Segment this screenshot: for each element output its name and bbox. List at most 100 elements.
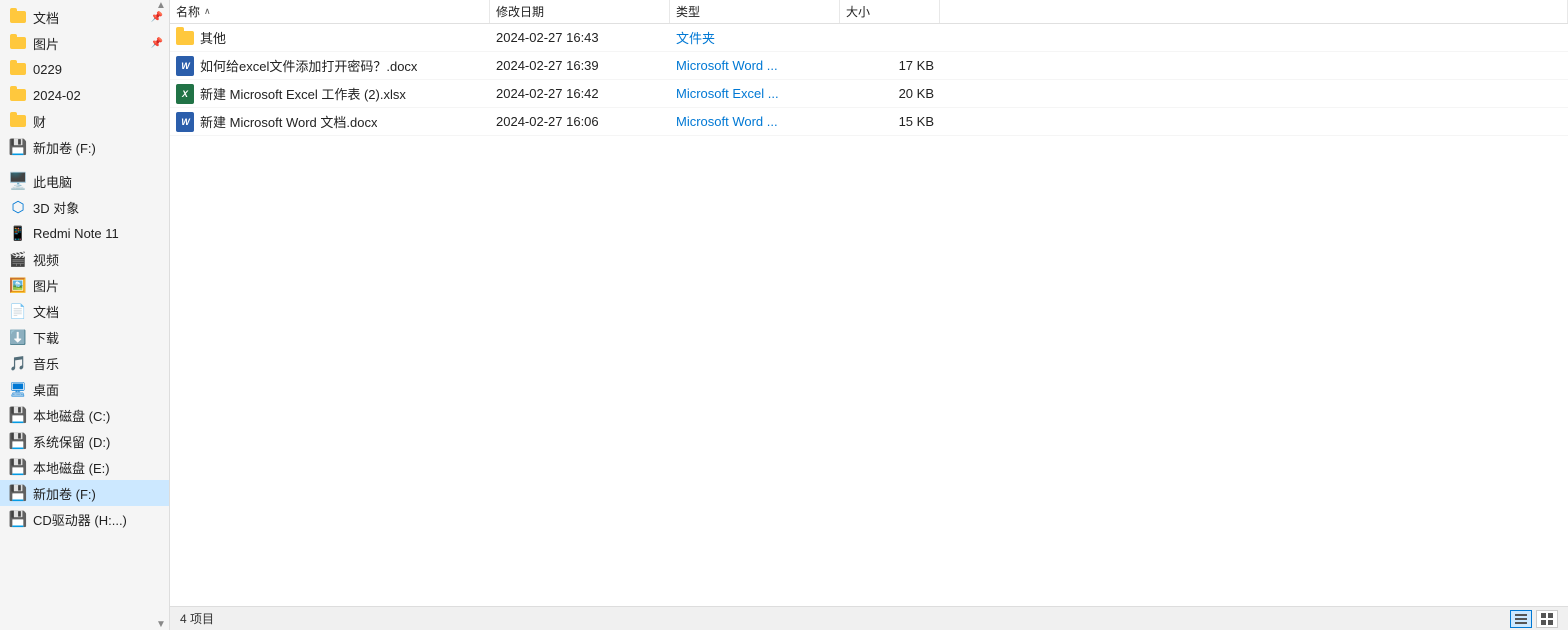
- file-name-text: 其他: [200, 28, 226, 47]
- sidebar-item-label: 系统保留 (D:): [33, 432, 110, 451]
- folder-pin-icon: [8, 11, 28, 23]
- sidebar-item-folder-cai[interactable]: 财: [0, 108, 169, 134]
- dl-icon: ⬇️: [8, 329, 28, 346]
- file-rest-cell: [940, 108, 1568, 135]
- sidebar-item-label: 0229: [33, 62, 62, 77]
- file-name-cell: W 新建 Microsoft Word 文档.docx: [170, 108, 490, 135]
- file-date-cell: 2024-02-27 16:43: [490, 24, 670, 51]
- sidebar-item-redmi-note-11[interactable]: 📱Redmi Note 11: [0, 220, 169, 246]
- sidebar-item-desktop[interactable]: 🖥 桌面: [0, 376, 169, 402]
- col-header-date[interactable]: 修改日期: [490, 0, 670, 23]
- sidebar-item-downloads[interactable]: ⬇️下载: [0, 324, 169, 350]
- desktop-icon: 🖥: [8, 381, 28, 398]
- sidebar-item-documents2[interactable]: 📄 文档: [0, 298, 169, 324]
- sidebar-item-pictures2[interactable]: 🖼️ 图片: [0, 272, 169, 298]
- sidebar-item-videos[interactable]: 🎬 视频: [0, 246, 169, 272]
- file-name-cell: 其他: [170, 24, 490, 51]
- file-row[interactable]: X新建 Microsoft Excel 工作表 (2).xlsx2024-02-…: [170, 80, 1568, 108]
- file-list: 其他 2024-02-27 16:43文件夹 W 如何给excel文件添加打开密码？.…: [170, 24, 1568, 606]
- file-row[interactable]: W 新建 Microsoft Word 文档.docx 2024-02-27 16:…: [170, 108, 1568, 136]
- sidebar-item-label: 桌面: [33, 380, 59, 399]
- sidebar-item-system-d[interactable]: 💾 系统保留 (D:): [0, 428, 169, 454]
- sidebar-item-label: 图片: [33, 34, 59, 53]
- sidebar-item-label: 文档: [33, 302, 59, 321]
- sidebar-item-drive-f[interactable]: 💾 新加卷 (F:): [0, 134, 169, 160]
- col-type-label: 类型: [676, 3, 700, 20]
- col-header-type[interactable]: 类型: [670, 0, 840, 23]
- sidebar-item-label: 图片: [33, 276, 59, 295]
- excel-icon: X: [176, 84, 194, 104]
- file-type-cell: Microsoft Word ...: [670, 108, 840, 135]
- col-size-label: 大小: [846, 3, 870, 20]
- word-icon: W: [176, 112, 194, 132]
- col-header-size[interactable]: 大小: [840, 0, 940, 23]
- sidebar-item-label: 本地磁盘 (C:): [33, 406, 110, 425]
- sidebar-item-label: 视频: [33, 250, 59, 269]
- sidebar: ▲ 文档📌图片📌02292024-02财💾新加卷 (F:)🖥️此电脑⬡3D 对象…: [0, 0, 170, 630]
- sidebar-item-3d-objects[interactable]: ⬡ 3D 对象: [0, 194, 169, 220]
- file-size-cell: 15 KB: [840, 108, 940, 135]
- file-name-text: 如何给excel文件添加打开密码？.docx: [200, 56, 417, 75]
- file-type-cell: 文件夹: [670, 24, 840, 51]
- pc-icon: 🖥️: [8, 171, 28, 191]
- file-rest-cell: [940, 24, 1568, 51]
- music-icon: 🎵: [8, 355, 28, 372]
- folder-icon: [8, 115, 28, 127]
- sidebar-item-documents[interactable]: 文档📌: [0, 4, 169, 30]
- file-row[interactable]: W 如何给excel文件添加打开密码？.docx 2024-02-27 16:39M…: [170, 52, 1568, 80]
- sidebar-item-label: 3D 对象: [33, 198, 79, 217]
- word-icon: W: [176, 56, 194, 76]
- sidebar-item-local-e[interactable]: 💾本地磁盘 (E:): [0, 454, 169, 480]
- view-large-button[interactable]: [1536, 610, 1558, 628]
- file-date-cell: 2024-02-27 16:06: [490, 108, 670, 135]
- doc-icon: 📄: [8, 303, 28, 320]
- sidebar-item-label: 音乐: [33, 354, 59, 373]
- status-items-count: 4 项目: [180, 610, 214, 627]
- folder-icon: [176, 31, 194, 45]
- drive-icon: 💾: [8, 432, 28, 450]
- sidebar-item-music[interactable]: 🎵 音乐: [0, 350, 169, 376]
- sidebar-item-cd-drive[interactable]: 💾 CD驱动器 (H:...): [0, 506, 169, 532]
- drive-icon: 💾: [8, 510, 28, 528]
- file-size-cell: [840, 24, 940, 51]
- sidebar-item-label: 2024-02: [33, 88, 81, 103]
- sidebar-item-new-f[interactable]: 💾新加卷 (F:): [0, 480, 169, 506]
- sidebar-item-label: 此电脑: [33, 172, 72, 191]
- sidebar-item-label: Redmi Note 11: [33, 226, 119, 241]
- file-name-text: 新建 Microsoft Excel 工作表 (2).xlsx: [200, 84, 406, 103]
- folder-icon: [8, 63, 28, 75]
- sidebar-item-local-c[interactable]: 💾 本地磁盘 (C:): [0, 402, 169, 428]
- drive-icon: 💾: [8, 484, 28, 502]
- file-type-cell: Microsoft Excel ...: [670, 80, 840, 107]
- view-large-icon: [1540, 612, 1554, 626]
- pic-icon: 🖼️: [8, 277, 28, 294]
- file-type-cell: Microsoft Word ...: [670, 52, 840, 79]
- 3d-icon: ⬡: [8, 198, 28, 216]
- sidebar-item-folder-2024-02[interactable]: 2024-02: [0, 82, 169, 108]
- file-name-text: 新建 Microsoft Word 文档.docx: [200, 112, 377, 131]
- file-name-cell: W 如何给excel文件添加打开密码？.docx: [170, 52, 490, 79]
- file-date-cell: 2024-02-27 16:39: [490, 52, 670, 79]
- scroll-down-arrow[interactable]: ▼: [153, 619, 169, 630]
- sidebar-item-label: 新加卷 (F:): [33, 138, 96, 157]
- file-size-cell: 20 KB: [840, 80, 940, 107]
- view-detail-button[interactable]: [1510, 610, 1532, 628]
- col-header-name[interactable]: 名称 ∧: [170, 0, 490, 23]
- sidebar-item-this-pc[interactable]: 🖥️ 此电脑: [0, 168, 169, 194]
- sidebar-item-label: 文档: [33, 8, 59, 27]
- sidebar-item-folder-0229[interactable]: 0229: [0, 56, 169, 82]
- drive-icon: 💾: [8, 138, 28, 156]
- video-icon: 🎬: [8, 251, 28, 268]
- drive-icon: 💾: [8, 406, 28, 424]
- sidebar-item-label: CD驱动器 (H:...): [33, 510, 127, 529]
- folder-pin-icon: [8, 37, 28, 49]
- col-date-label: 修改日期: [496, 3, 544, 20]
- sidebar-item-label: 财: [33, 112, 46, 131]
- view-detail-icon: [1514, 612, 1528, 626]
- file-row[interactable]: 其他 2024-02-27 16:43文件夹: [170, 24, 1568, 52]
- scroll-up-arrow[interactable]: ▲: [153, 0, 169, 11]
- sidebar-item-pictures[interactable]: 图片📌: [0, 30, 169, 56]
- file-rest-cell: [940, 52, 1568, 79]
- col-header-rest: [940, 0, 1568, 23]
- sidebar-item-label: 本地磁盘 (E:): [33, 458, 110, 477]
